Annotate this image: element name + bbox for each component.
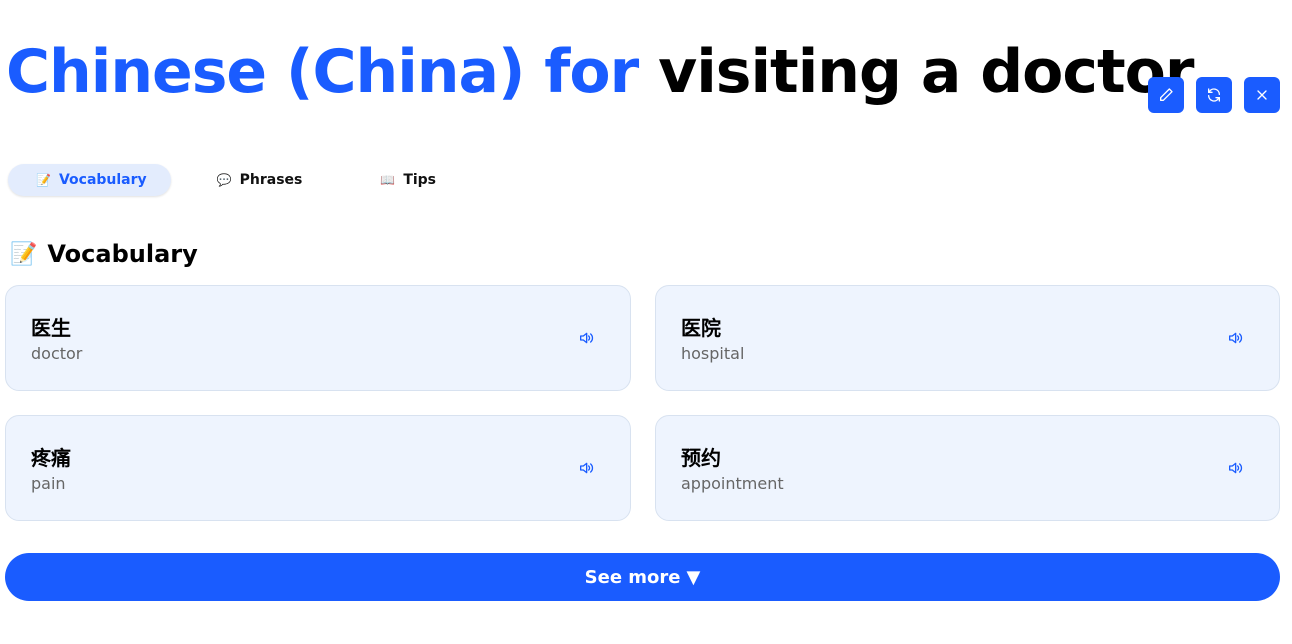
- tab-label: Phrases: [239, 172, 303, 188]
- tab-tips[interactable]: 📖 Tips: [352, 164, 460, 196]
- speech-bubble-icon: 💬: [216, 173, 232, 187]
- vocab-word: 预约: [681, 446, 721, 470]
- close-button[interactable]: [1244, 77, 1280, 113]
- triangle-down-icon: ▼: [686, 566, 701, 588]
- see-more-label: See more: [584, 566, 681, 588]
- section-heading-text: Vocabulary: [47, 240, 198, 268]
- vocab-meaning: pain: [31, 474, 66, 493]
- vocab-meaning: doctor: [31, 344, 83, 363]
- book-icon: 📖: [380, 173, 396, 187]
- vocabulary-grid: 医生 doctor 医院 hospital 疼痛 pain 预约 appoint…: [5, 285, 1280, 521]
- section-heading: 📝 Vocabulary: [10, 240, 198, 268]
- title-accent: Chinese (China) for: [6, 37, 639, 107]
- vocab-meaning: hospital: [681, 344, 745, 363]
- tab-bar: 📝 Vocabulary 💬 Phrases 📖 Tips: [8, 164, 460, 196]
- memo-icon: 📝: [36, 173, 51, 187]
- vocab-card[interactable]: 疼痛 pain: [5, 415, 631, 521]
- vocab-word: 疼痛: [31, 446, 71, 470]
- memo-icon: 📝: [10, 241, 38, 267]
- speaker-button[interactable]: [578, 460, 596, 478]
- vocab-word: 医院: [681, 316, 721, 340]
- close-icon: [1257, 90, 1267, 100]
- edit-button[interactable]: [1148, 77, 1184, 113]
- vocab-meaning: appointment: [681, 474, 784, 493]
- vocab-card[interactable]: 预约 appointment: [655, 415, 1280, 521]
- page-title: Chinese (China) for visiting a doctor: [6, 36, 1194, 108]
- speaker-button[interactable]: [578, 330, 596, 348]
- vocab-card[interactable]: 医生 doctor: [5, 285, 631, 391]
- speaker-icon: [580, 462, 594, 474]
- refresh-icon: [1208, 88, 1220, 102]
- speaker-button[interactable]: [1227, 330, 1245, 348]
- tab-label: Tips: [403, 172, 437, 188]
- speaker-icon: [1229, 462, 1243, 474]
- toolbar: [1148, 77, 1280, 113]
- pencil-icon: [1160, 88, 1173, 101]
- vocab-card[interactable]: 医院 hospital: [655, 285, 1280, 391]
- speaker-icon: [1229, 332, 1243, 344]
- speaker-icon: [580, 332, 594, 344]
- tab-vocabulary[interactable]: 📝 Vocabulary: [8, 164, 171, 196]
- refresh-button[interactable]: [1196, 77, 1232, 113]
- tab-phrases[interactable]: 💬 Phrases: [189, 164, 327, 196]
- tab-label: Vocabulary: [58, 172, 147, 188]
- vocab-word: 医生: [31, 316, 71, 340]
- speaker-button[interactable]: [1227, 460, 1245, 478]
- see-more-button[interactable]: See more ▼: [5, 553, 1280, 601]
- title-rest: visiting a doctor: [658, 37, 1194, 107]
